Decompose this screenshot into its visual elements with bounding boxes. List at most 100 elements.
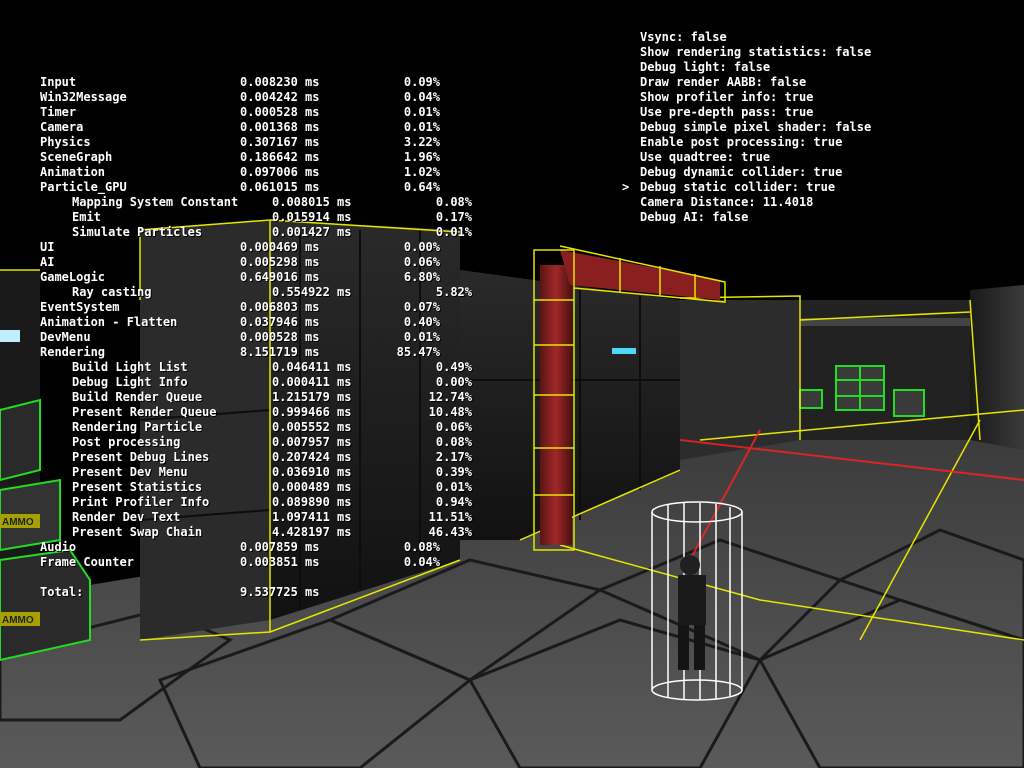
- profiler-row-name: Build Light List: [72, 360, 188, 374]
- profiler-row-time: 0.005298 ms: [240, 255, 320, 269]
- debug-menu-item[interactable]: Camera Distance: 11.4018: [640, 195, 813, 210]
- profiler-row-percent: 1.96%: [403, 150, 440, 164]
- profiler-row-percent: 0.94%: [435, 495, 472, 509]
- profiler-row-time: 0.000528 ms: [240, 105, 320, 119]
- profiler-row-name: Present Swap Chain: [72, 525, 203, 539]
- profiler-row-time: 0.036910 ms: [272, 465, 352, 479]
- profiler-row-name: Present Debug Lines: [72, 450, 210, 464]
- profiler-row-percent: 10.48%: [428, 405, 472, 419]
- profiler-row-percent: 0.07%: [403, 300, 440, 314]
- profiler-row-time: 0.089890 ms: [272, 495, 352, 509]
- wall-light-strip: [612, 348, 636, 354]
- profiler-row-name: Present Render Queue: [72, 405, 217, 419]
- profiler-row-name: Rendering: [40, 345, 106, 359]
- profiler-row-name: Mapping System Constant: [72, 195, 239, 209]
- profiler-row-time: 0.003851 ms: [240, 555, 320, 569]
- profiler-row-time: 0.015914 ms: [272, 210, 352, 224]
- profiler-row-percent: 85.47%: [396, 345, 440, 359]
- profiler-row-percent: 11.51%: [428, 510, 472, 524]
- profiler-row-name: Animation: [40, 165, 106, 179]
- profiler-row-percent: 0.17%: [435, 210, 472, 224]
- profiler-row-percent: 0.08%: [435, 435, 472, 449]
- profiler-row-name: Camera: [40, 120, 84, 134]
- profiler-row-time: 0.037946 ms: [240, 315, 320, 329]
- profiler-row-time: 0.001427 ms: [272, 225, 352, 239]
- debug-menu-item[interactable]: Use quadtree: true: [640, 150, 770, 165]
- profiler-row-time: 0.999466 ms: [272, 405, 352, 419]
- profiler-row-percent: 1.02%: [403, 165, 440, 179]
- left-light: [0, 330, 20, 342]
- profiler-row-percent: 0.01%: [403, 330, 440, 344]
- profiler-row-name: UI: [40, 240, 55, 254]
- profiler-row-time: 0.008015 ms: [272, 195, 352, 209]
- profiler-row-name: Frame Counter: [40, 555, 134, 569]
- debug-menu-item[interactable]: Debug dynamic collider: true: [640, 165, 842, 180]
- profiler-row-percent: 0.06%: [403, 255, 440, 269]
- profiler-row-percent: 0.06%: [435, 420, 472, 434]
- profiler-row-percent: 0.49%: [435, 360, 472, 374]
- profiler-row-percent: 0.04%: [403, 555, 440, 569]
- profiler-row-percent: 12.74%: [428, 390, 472, 404]
- profiler-row-name: DevMenu: [40, 330, 91, 344]
- profiler-row-time: 0.554922 ms: [272, 285, 352, 299]
- profiler-row-name: Ray casting: [72, 285, 152, 299]
- profiler-row-percent: 3.22%: [403, 135, 440, 149]
- debug-menu-item[interactable]: Debug AI: false: [640, 210, 748, 225]
- profiler-row-percent: 0.01%: [403, 120, 440, 134]
- profiler-row-percent: 0.08%: [435, 195, 472, 209]
- profiler-row-name: Animation - Flatten: [40, 315, 178, 329]
- profiler-row-percent: 46.43%: [428, 525, 472, 539]
- debug-menu-item[interactable]: Show rendering statistics: false: [640, 45, 871, 60]
- profiler-row-percent: 0.04%: [403, 90, 440, 104]
- profiler-row-name: Input: [40, 75, 77, 89]
- profiler-row-time: 0.000489 ms: [272, 480, 352, 494]
- profiler-row-percent: 0.01%: [435, 225, 472, 239]
- profiler-row-time: 0.008230 ms: [240, 75, 320, 89]
- profiler-row-time: 0.000528 ms: [240, 330, 320, 344]
- profiler-row-time: 0.046411 ms: [272, 360, 352, 374]
- profiler-row-name: AI: [40, 255, 55, 269]
- debug-menu-item[interactable]: Use pre-depth pass: true: [640, 105, 813, 120]
- profiler-row-time: 0.000411 ms: [272, 375, 352, 389]
- debug-menu-item[interactable]: Vsync: false: [640, 30, 727, 45]
- debug-menu-item[interactable]: Debug simple pixel shader: false: [640, 120, 871, 135]
- profiler-row-time: 0.207424 ms: [272, 450, 352, 464]
- profiler-total-time: 9.537725 ms: [240, 585, 320, 599]
- profiler-row-percent: 5.82%: [435, 285, 472, 299]
- profiler-row-time: 0.186642 ms: [240, 150, 320, 164]
- profiler-row-name: Build Render Queue: [72, 390, 203, 404]
- profiler-row-time: 0.061015 ms: [240, 180, 320, 194]
- profiler-row-name: Win32Message: [40, 90, 127, 104]
- profiler-row-name: EventSystem: [40, 300, 120, 314]
- profiler-row-name: SceneGraph: [40, 150, 113, 164]
- profiler-row-percent: 0.09%: [403, 75, 440, 89]
- profiler-row-time: 0.000469 ms: [240, 240, 320, 254]
- profiler-row-time: 0.007957 ms: [272, 435, 352, 449]
- profiler-row-time: 0.007859 ms: [240, 540, 320, 554]
- profiler-row-percent: 0.40%: [403, 315, 440, 329]
- profiler-row-time: 0.649016 ms: [240, 270, 320, 284]
- profiler-row-name: Print Profiler Info: [72, 495, 210, 509]
- profiler-row-time: 0.307167 ms: [240, 135, 320, 149]
- profiler-row-percent: 2.17%: [435, 450, 472, 464]
- debug-menu-item[interactable]: Debug light: false: [640, 60, 770, 75]
- profiler-row-time: 1.097411 ms: [272, 510, 352, 524]
- profiler-row-percent: 0.01%: [435, 480, 472, 494]
- debug-menu-item[interactable]: Enable post processing: true: [640, 135, 842, 150]
- debug-menu-item[interactable]: Show profiler info: true: [640, 90, 813, 105]
- profiler-row-name: Present Statistics: [72, 480, 203, 494]
- menu-cursor-icon: >: [622, 180, 630, 194]
- profiler-row-percent: 0.00%: [435, 375, 472, 389]
- crate-label-ammo-2: AMMO: [2, 615, 34, 626]
- profiler-row-percent: 6.80%: [403, 270, 440, 284]
- profiler-row-name: Present Dev Menu: [72, 465, 188, 479]
- profiler-row-percent: 0.39%: [435, 465, 472, 479]
- profiler-row-time: 8.151719 ms: [240, 345, 320, 359]
- profiler-row-name: Simulate Particles: [72, 225, 203, 239]
- profiler-row-name: Rendering Particle: [72, 420, 203, 434]
- profiler-row-name: Physics: [40, 135, 91, 149]
- debug-menu-item[interactable]: Debug static collider: true: [640, 180, 835, 195]
- profiler-total-label: Total:: [40, 585, 84, 599]
- debug-menu-item[interactable]: Draw render AABB: false: [640, 75, 806, 90]
- profiler-row-name: Particle_GPU: [40, 180, 127, 194]
